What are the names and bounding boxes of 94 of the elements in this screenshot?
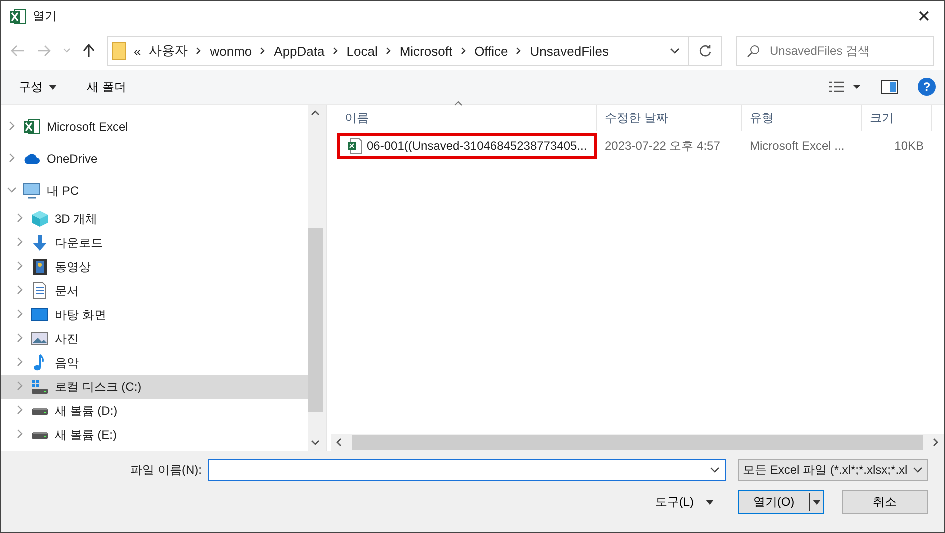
chevron-right-icon	[386, 47, 392, 55]
chevron-right-icon[interactable]	[7, 153, 17, 163]
breadcrumb[interactable]: wonmo	[210, 44, 252, 58]
chevron-right-icon	[332, 47, 339, 55]
chevron-right-icon[interactable]	[15, 309, 25, 319]
chevron-right-icon	[516, 47, 522, 55]
chevron-down-icon[interactable]	[670, 47, 680, 55]
back-arrow-icon[interactable]	[11, 45, 25, 57]
tree-item[interactable]: 다운로드	[1, 231, 308, 255]
film-icon	[31, 258, 49, 276]
chevron-right-icon[interactable]	[15, 405, 25, 415]
tree-item[interactable]: 내 PC	[1, 175, 308, 207]
chevron-down-icon[interactable]	[710, 467, 720, 473]
view-options-icon[interactable]	[829, 81, 861, 93]
column-header[interactable]: 크기	[862, 105, 932, 131]
up-arrow-icon[interactable]	[83, 44, 95, 58]
tree-item[interactable]: 새 볼륨 (D:)	[1, 399, 308, 423]
cube-icon	[31, 210, 49, 228]
document-icon	[31, 282, 49, 300]
chevron-right-icon[interactable]	[15, 429, 25, 439]
tree-item[interactable]: 새 볼륨 (E:)	[1, 423, 308, 447]
spreadsheet-icon	[9, 8, 27, 26]
chevron-right-icon	[460, 47, 467, 55]
monitor-icon	[23, 182, 41, 200]
chevron-down-icon	[913, 467, 923, 473]
tree-item[interactable]: 음악	[1, 351, 308, 375]
close-button[interactable]: ✕	[904, 1, 944, 32]
breadcrumb[interactable]: 사용자	[149, 42, 188, 60]
chevron-right-icon	[260, 47, 266, 55]
tree-item[interactable]: OneDrive	[1, 143, 308, 175]
chevron-right-icon[interactable]	[15, 261, 25, 271]
chevron-right-icon[interactable]	[7, 121, 17, 131]
refresh-icon[interactable]	[698, 44, 712, 58]
caret-icon	[706, 500, 714, 504]
file-type-dropdown[interactable]: 모든 Excel 파일 (*.xl*;*.xlsx;*.xl	[738, 459, 928, 481]
column-header[interactable]: 수정한 날짜	[597, 105, 742, 131]
down-arrow-icon	[31, 234, 49, 252]
chevron-left-icon[interactable]	[335, 438, 344, 447]
search-icon	[747, 44, 760, 58]
search-field[interactable]: UnsavedFiles 검색	[736, 36, 934, 66]
vertical-scrollbar[interactable]	[308, 105, 326, 451]
picture-icon	[31, 330, 49, 348]
column-header[interactable]: 이름	[337, 105, 597, 131]
breadcrumb[interactable]: Microsoft	[400, 44, 453, 58]
sort-caret-icon	[454, 101, 463, 106]
type-cell-text: Microsoft Excel ...	[749, 139, 846, 153]
chevron-down-icon[interactable]	[311, 438, 320, 447]
size-cell-text: 10KB	[894, 139, 925, 153]
chevron-right-icon[interactable]	[15, 213, 25, 223]
drive-icon	[32, 408, 48, 414]
drive-icon	[32, 432, 48, 438]
cancel-button[interactable]: 취소	[842, 490, 928, 514]
file-name-label: 파일 이름(N):	[130, 462, 202, 478]
search-field[interactable]: UnsavedFiles 검색	[768, 43, 922, 59]
screen-icon	[31, 306, 49, 324]
column-header[interactable]: 유형	[742, 105, 862, 131]
tree-item[interactable]: Microsoft Excel	[1, 111, 308, 143]
folder-icon	[112, 42, 126, 60]
caret-icon[interactable]	[812, 500, 820, 504]
caret-icon	[49, 84, 57, 90]
chevron-right-icon[interactable]	[931, 438, 940, 447]
chevron-right-icon[interactable]	[15, 285, 25, 295]
drive-icon	[31, 378, 49, 396]
date-cell-text: 2023-07-22 오후 4:57	[604, 138, 722, 154]
chevron-right-icon[interactable]	[15, 333, 25, 343]
horizontal-scrollbar[interactable]	[331, 434, 944, 451]
breadcrumb[interactable]: UnsavedFiles	[530, 44, 610, 58]
open-button[interactable]: 열기(O)	[738, 490, 824, 514]
chevron-right-icon[interactable]	[15, 357, 25, 367]
tree-item[interactable]: 바탕 화면	[1, 303, 308, 327]
tree-item[interactable]: 동영상	[1, 255, 308, 279]
chevron-right-icon[interactable]	[15, 237, 25, 247]
chevron-right-icon	[196, 47, 202, 55]
breadcrumb[interactable]: Local	[346, 44, 378, 58]
tree-item[interactable]: 로컬 디스크 (C:)	[1, 375, 308, 399]
window-title: 열기	[33, 8, 58, 25]
file-name-cell[interactable]: 06-001((Unsaved-31046845238773405...	[337, 133, 597, 159]
spreadsheet-file-icon	[348, 138, 363, 154]
file-name-field[interactable]	[208, 459, 726, 481]
tree-item[interactable]: 문서	[1, 279, 308, 303]
new-folder-button[interactable]: 새 폴더	[87, 78, 126, 96]
forward-arrow-icon[interactable]	[37, 45, 51, 57]
breadcrumb[interactable]: Office	[474, 44, 508, 58]
overflow-chevron[interactable]: «	[134, 44, 142, 58]
spreadsheet-icon	[23, 118, 41, 136]
tools-menu[interactable]: 도구(L)	[649, 492, 720, 512]
organize-menu[interactable]: 구성	[19, 78, 57, 96]
help-button[interactable]: ?	[918, 78, 936, 96]
address-bar[interactable]: « 사용자 wonmo AppData Local Microsoft Office UnsavedFiles	[107, 36, 722, 66]
chevron-up-icon[interactable]	[311, 109, 320, 118]
tree-item[interactable]: 3D 개체	[1, 207, 308, 231]
breadcrumb[interactable]: AppData	[274, 44, 325, 58]
tree-item[interactable]: 사진	[1, 327, 308, 351]
preview-pane-icon[interactable]	[881, 80, 898, 94]
